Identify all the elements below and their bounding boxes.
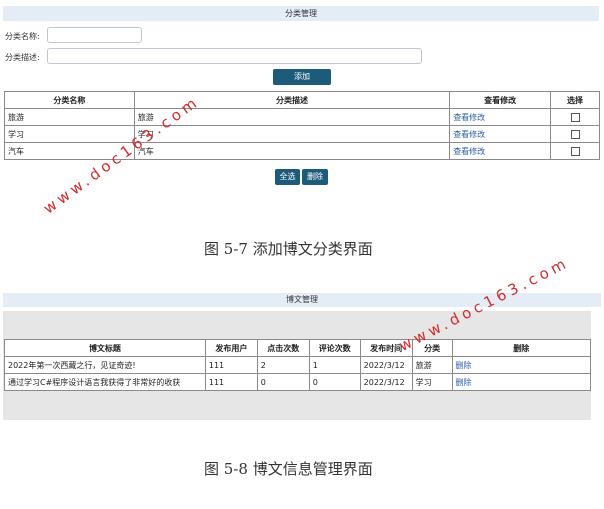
blog-comments-cell: 0 xyxy=(308,373,361,391)
category-desc-cell: 学习 xyxy=(133,125,451,143)
column-header-delete: 删除 xyxy=(451,339,592,357)
table-row: 汽车 汽车 查看修改 xyxy=(4,142,600,160)
category-name-input[interactable] xyxy=(47,27,142,43)
category-desc-label: 分类描述: xyxy=(5,53,40,62)
blog-date-cell: 2022/3/12 xyxy=(359,373,413,391)
delete-link[interactable]: 删除 xyxy=(456,378,472,387)
delete-button[interactable]: 删除 xyxy=(302,169,328,185)
view-edit-link[interactable]: 查看修改 xyxy=(453,147,485,156)
figure-caption-5-7: 图 5-7 添加博文分类界面 xyxy=(204,240,373,258)
select-checkbox[interactable] xyxy=(570,146,580,156)
blog-table-header: 博文标题 发布用户 点击次数 评论次数 发布时间 分类 删除 xyxy=(4,339,592,357)
document-page: 分类管理 分类名称: 分类描述: 添加 分类名称 分类描述 查看修改 选择 旅游… xyxy=(0,0,604,509)
blog-clicks-cell: 0 xyxy=(256,373,310,391)
category-name-cell: 旅游 xyxy=(4,108,135,126)
table-row: 通过学习C#程序设计语言我获得了非常好的收获 111 0 0 2022/3/12… xyxy=(4,373,592,391)
table-row: 2022年第一次西藏之行，见证奇迹! 111 2 1 2022/3/12 旅游 … xyxy=(4,356,592,374)
column-header-select: 选择 xyxy=(550,91,600,109)
view-edit-link[interactable]: 查看修改 xyxy=(453,130,485,139)
blog-title-cell: 2022年第一次西藏之行，见证奇迹! xyxy=(4,356,206,374)
category-name-cell: 学习 xyxy=(4,125,135,143)
category-desc-cell: 汽车 xyxy=(133,142,451,160)
category-desc-input[interactable] xyxy=(47,48,422,64)
select-checkbox[interactable] xyxy=(570,129,580,139)
select-checkbox[interactable] xyxy=(570,112,580,122)
category-table-header: 分类名称 分类描述 查看修改 选择 xyxy=(4,91,600,109)
category-table: 分类名称 分类描述 查看修改 选择 旅游 旅游 查看修改 学习 学习 查看修改 … xyxy=(4,91,600,160)
blog-date-cell: 2022/3/12 xyxy=(359,356,413,374)
blog-comments-cell: 1 xyxy=(308,356,361,374)
column-header-comments: 评论次数 xyxy=(308,339,361,357)
column-header-title: 博文标题 xyxy=(4,339,206,357)
blog-category-cell: 旅游 xyxy=(411,356,453,374)
column-header-user: 发布用户 xyxy=(204,339,258,357)
view-edit-link[interactable]: 查看修改 xyxy=(453,113,485,122)
category-panel-title: 分类管理 xyxy=(3,6,599,21)
delete-link[interactable]: 删除 xyxy=(456,361,472,370)
column-header-category-name: 分类名称 xyxy=(4,91,135,109)
add-category-button[interactable]: 添加 xyxy=(273,69,331,85)
blog-title-cell: 通过学习C#程序设计语言我获得了非常好的收获 xyxy=(4,373,206,391)
figure-caption-5-8: 图 5-8 博文信息管理界面 xyxy=(204,460,373,478)
blog-user-cell: 111 xyxy=(204,373,258,391)
table-row: 学习 学习 查看修改 xyxy=(4,125,600,143)
blog-user-cell: 111 xyxy=(204,356,258,374)
category-name-label: 分类名称: xyxy=(5,32,40,41)
blog-table: 博文标题 发布用户 点击次数 评论次数 发布时间 分类 删除 2022年第一次西… xyxy=(4,339,592,391)
blog-clicks-cell: 2 xyxy=(256,356,310,374)
select-all-button[interactable]: 全选 xyxy=(275,169,300,185)
table-row: 旅游 旅游 查看修改 xyxy=(4,108,600,126)
column-header-view-edit: 查看修改 xyxy=(449,91,552,109)
column-header-clicks: 点击次数 xyxy=(256,339,310,357)
blog-category-cell: 学习 xyxy=(411,373,453,391)
